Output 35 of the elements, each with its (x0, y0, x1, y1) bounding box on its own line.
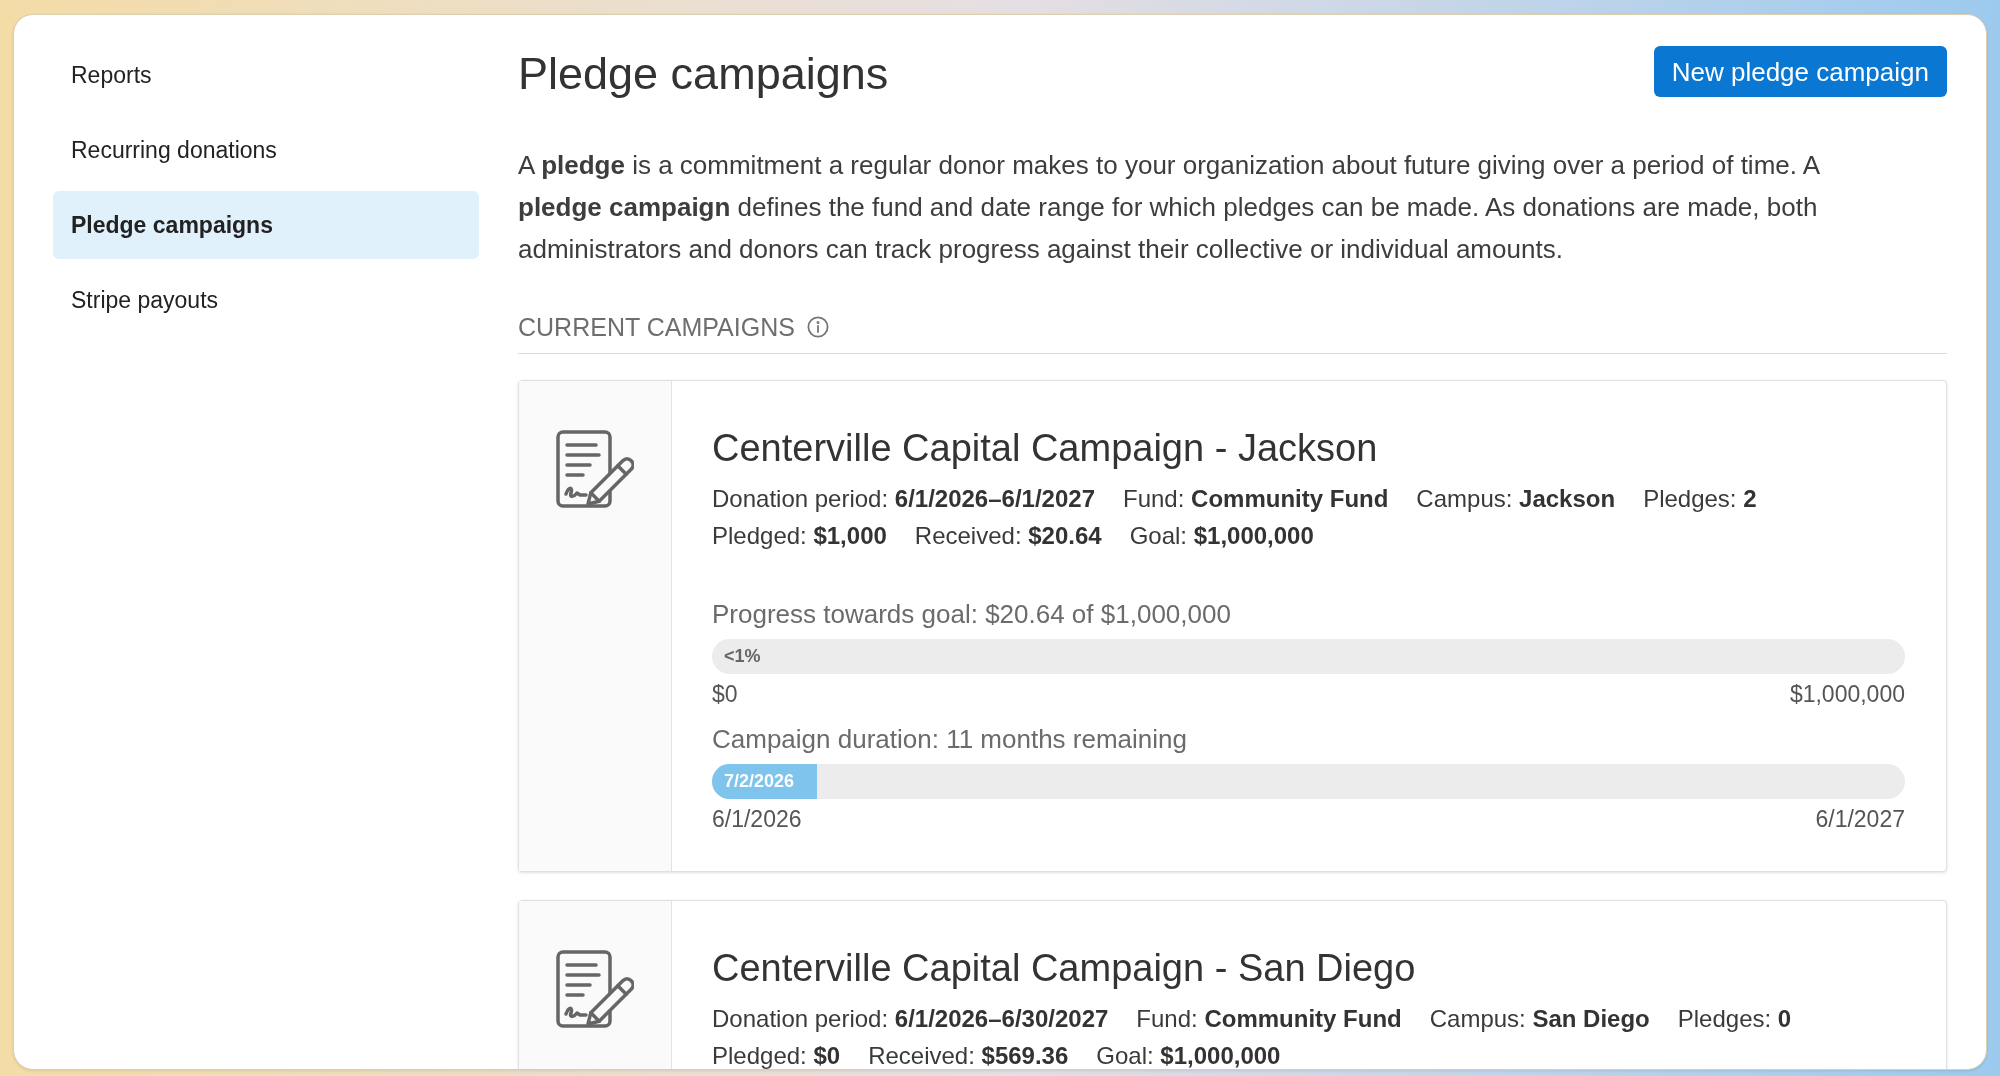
detail-field: Pledged: $1,000 (712, 523, 887, 549)
range-end-label: $1,000,000 (1789, 680, 1905, 708)
detail-field: Fund: Community Fund (1123, 486, 1389, 512)
detail-field: Campus: San Diego (1429, 1006, 1650, 1032)
sidebar-item[interactable]: Recurring donations (53, 116, 479, 184)
campaign-title[interactable]: Centerville Capital Campaign - Jackson (712, 426, 1905, 470)
detail-field: Goal: $1,000,000 (1096, 1043, 1281, 1069)
detail-field: Donation period: 6/1/2026–6/1/2027 (712, 486, 1095, 512)
sidebar-item[interactable]: Pledge campaigns (53, 191, 479, 259)
bar-label: <1% (724, 646, 761, 667)
detail-field: Received: $569.36 (868, 1043, 1069, 1069)
detail-field: Donation period: 6/1/2026–6/30/2027 (712, 1006, 1109, 1032)
range-start-label: 6/1/2026 (712, 805, 802, 833)
detail-field: Pledges: 2 (1643, 486, 1757, 512)
campaign-title[interactable]: Centerville Capital Campaign - San Diego (712, 946, 1905, 990)
detail-field: Fund: Community Fund (1136, 1006, 1402, 1032)
detail-field: Received: $20.64 (914, 523, 1102, 549)
detail-field: Goal: $1,000,000 (1129, 523, 1314, 549)
document-pencil-icon (556, 430, 634, 510)
info-icon[interactable] (806, 316, 829, 338)
detail-field: Campus: Jackson (1416, 486, 1616, 512)
progress-caption: Progress towards goal: $20.64 of $1,000,000 (712, 599, 1232, 629)
new-campaign-button[interactable]: New pledge campaign (1653, 46, 1947, 97)
range-end-label: 6/1/2027 (1815, 805, 1905, 833)
page-title: Pledge campaigns (518, 48, 889, 100)
detail-field: Pledges: 0 (1677, 1006, 1792, 1032)
description-paragraph: A pledge is a commitment a regular donor makes to your organization about future giving over a period of time. A pledge campaign defines the fund and date range for which pledges can be made. As donations are made, both administrators and donors can track progress against their collective or individual amounts. (518, 149, 1821, 266)
range-start-label: $0 (712, 680, 738, 708)
sidebar-item[interactable]: Stripe payouts (53, 266, 479, 334)
section-title: CURRENT CAMPAIGNS (518, 313, 795, 341)
detail-field: Pledged: $0 (712, 1043, 841, 1069)
progress-caption: Campaign duration: 11 months remaining (712, 724, 1188, 754)
sidebar-item[interactable]: Reports (53, 41, 479, 109)
bar-label: 7/2/2026 (724, 771, 795, 792)
document-pencil-icon (556, 950, 634, 1030)
